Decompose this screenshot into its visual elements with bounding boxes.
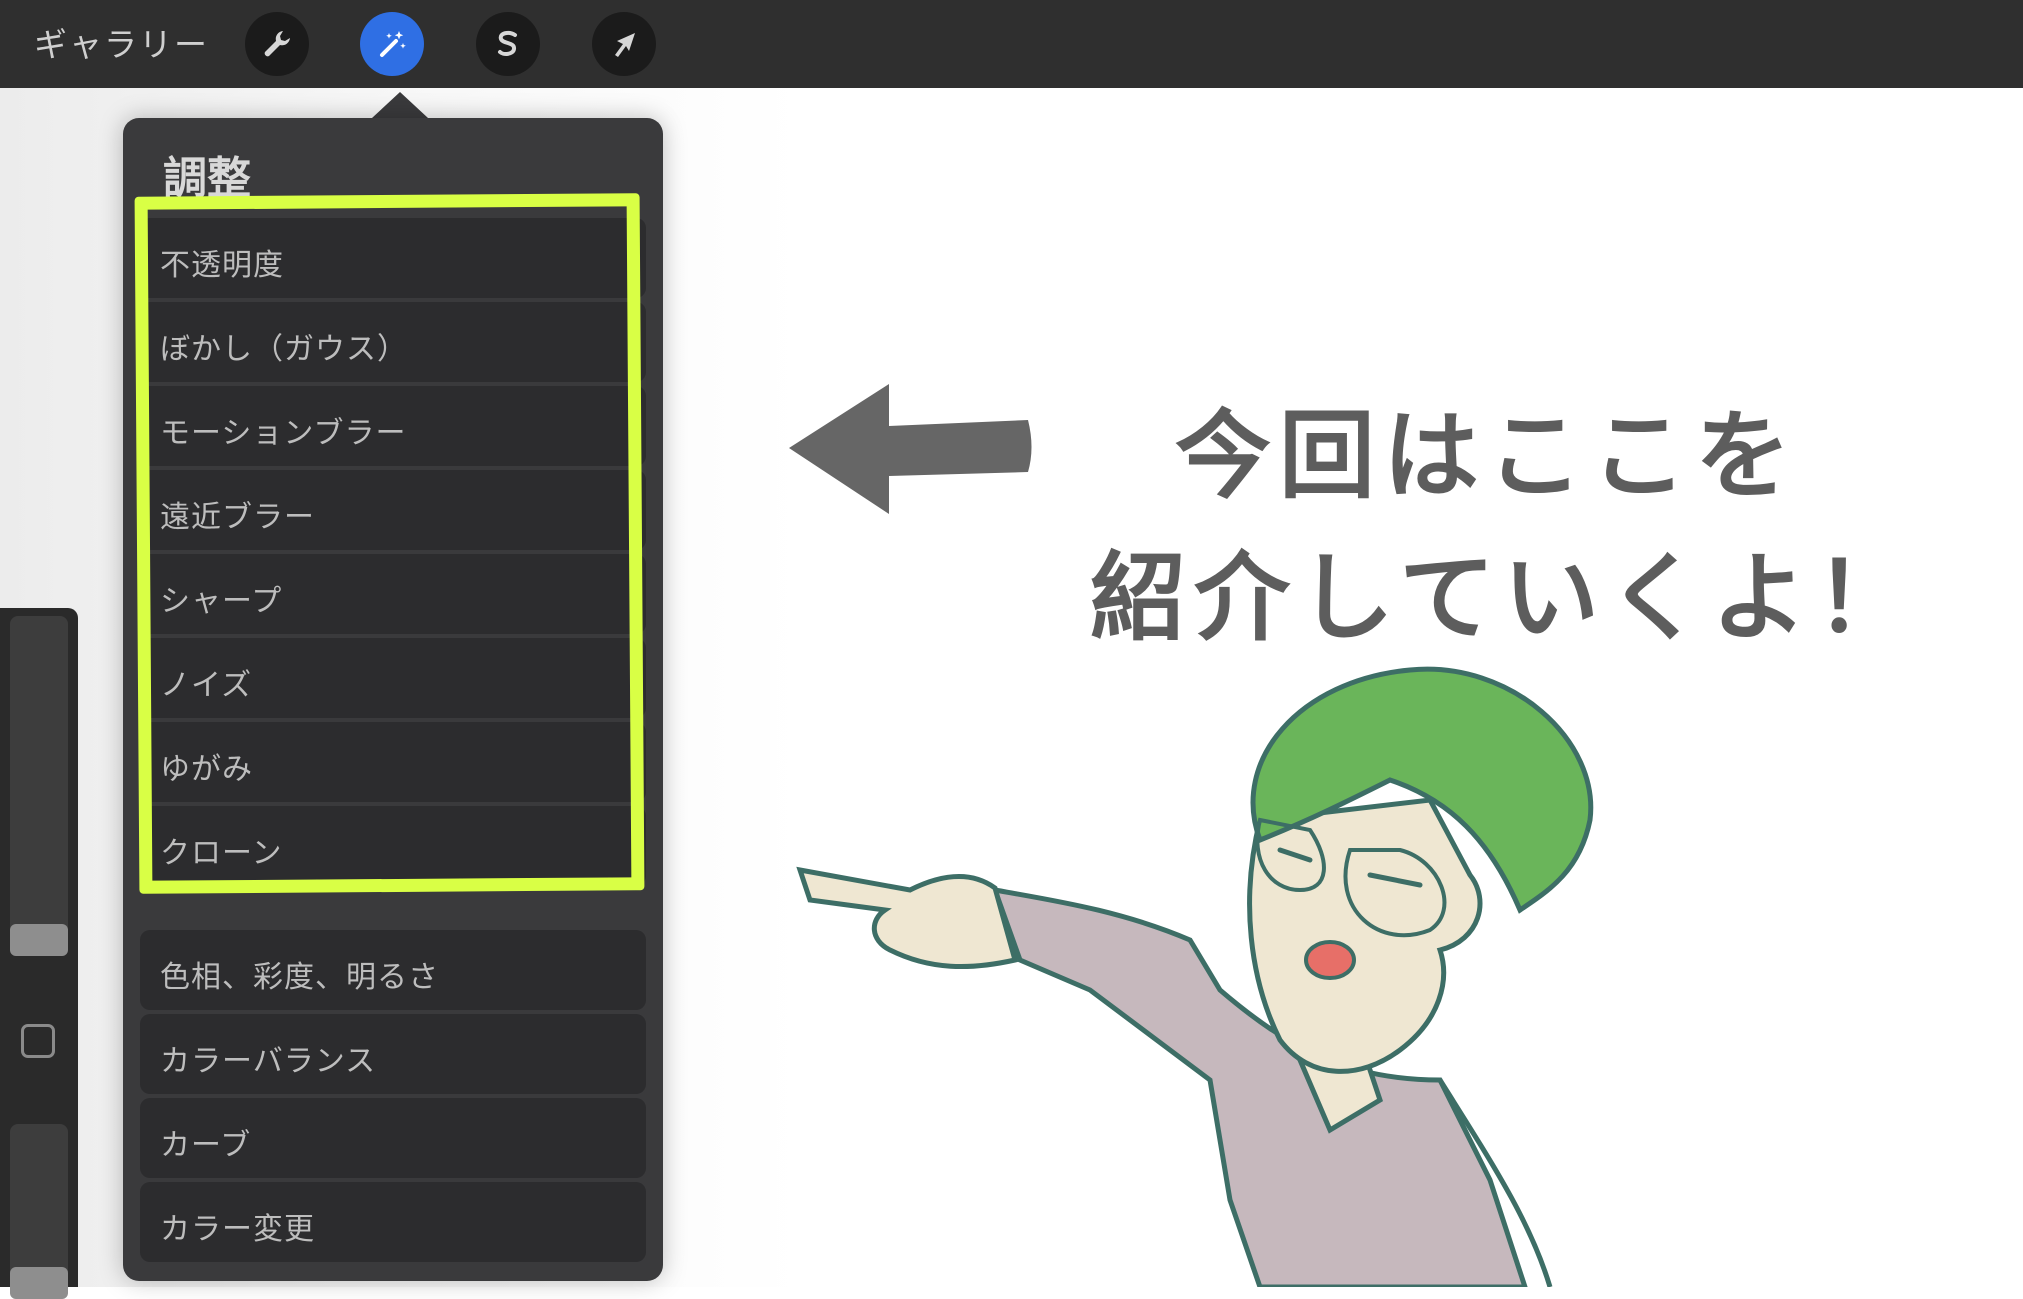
menu-item-label: ゆがみ — [160, 752, 253, 787]
modify-button[interactable] — [21, 1024, 55, 1058]
menu-item-label: カラー変更 — [160, 1212, 315, 1247]
menu-item-noise[interactable]: ノイズ — [140, 638, 646, 718]
arrow-cursor-icon — [615, 33, 635, 57]
character-illustration — [796, 666, 1594, 1287]
menu-item-hue-saturation[interactable]: 色相、彩度、明るさ — [140, 930, 646, 1010]
gallery-button[interactable]: ギャラリー — [34, 18, 209, 66]
brush-size-thumb[interactable] — [10, 924, 68, 956]
menu-item-motion-blur[interactable]: モーションブラー — [140, 386, 646, 466]
menu-item-color-balance[interactable]: カラーバランス — [140, 1014, 646, 1094]
menu-item-label: 遠近ブラー — [160, 500, 315, 535]
menu-item-label: ノイズ — [160, 668, 253, 703]
brush-sidebar — [0, 608, 78, 1299]
menu-item-label: シャープ — [160, 584, 283, 619]
menu-item-perspective-blur[interactable]: 遠近ブラー — [140, 470, 646, 550]
menu-item-sharpen[interactable]: シャープ — [140, 554, 646, 634]
caption-line-1: 今回はここを — [1175, 400, 1799, 512]
menu-item-recolor[interactable]: カラー変更 — [140, 1182, 646, 1262]
popover-pointer — [372, 92, 428, 118]
actions-button[interactable] — [245, 12, 309, 76]
transform-button[interactable] — [592, 12, 656, 76]
menu-item-label: カラーバランス — [160, 1044, 377, 1079]
menu-item-opacity[interactable]: 不透明度 — [140, 218, 646, 298]
menu-item-gaussian-blur[interactable]: ぼかし（ガウス） — [140, 302, 646, 382]
menu-item-label: クローン — [160, 836, 283, 871]
opacity-thumb[interactable] — [10, 1267, 68, 1299]
adjustments-button[interactable] — [360, 12, 424, 76]
caption-line-2: 紹介していくよ！ — [1090, 542, 1920, 654]
menu-item-label: 不透明度 — [160, 248, 284, 283]
selection-s-icon — [498, 30, 517, 56]
left-arrow-icon — [789, 384, 1032, 514]
menu-item-label: ぼかし（ガウス） — [160, 332, 408, 367]
selection-button[interactable] — [476, 12, 540, 76]
opacity-slider[interactable] — [10, 1124, 68, 1299]
menu-item-label: モーションブラー — [160, 416, 407, 451]
panel-title: 調整 — [163, 153, 251, 204]
menu-item-label: 色相、彩度、明るさ — [160, 960, 439, 995]
menu-item-liquify[interactable]: ゆがみ — [140, 722, 646, 802]
menu-item-clone[interactable]: クローン — [140, 806, 646, 886]
wrench-icon — [264, 31, 290, 57]
adjustments-panel: 調整 不透明度 ぼかし（ガウス） モーションブラー 遠近ブラー シャープ ノイズ… — [123, 118, 663, 1281]
brush-size-slider[interactable] — [10, 616, 68, 956]
top-toolbar: ギャラリー — [0, 0, 2023, 88]
magic-wand-icon — [380, 31, 406, 57]
menu-item-curves[interactable]: カーブ — [140, 1098, 646, 1178]
menu-item-label: カーブ — [160, 1128, 252, 1163]
